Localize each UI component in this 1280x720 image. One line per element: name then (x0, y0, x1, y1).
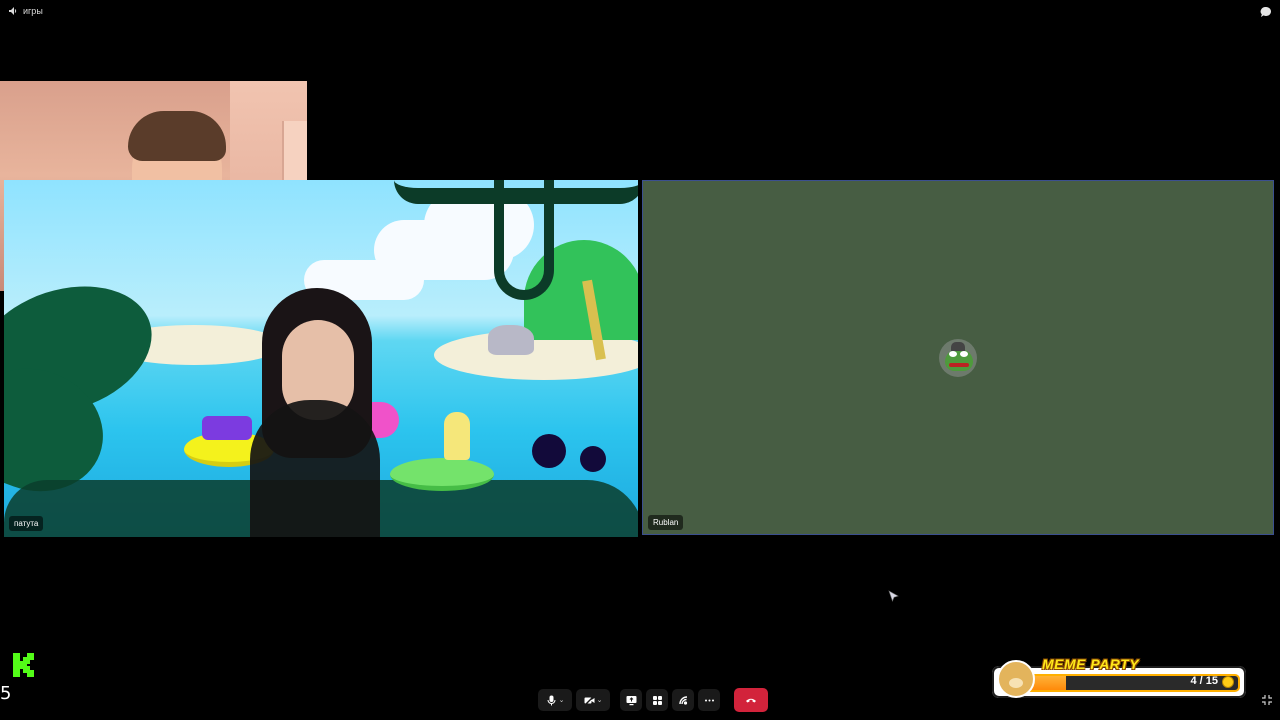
kick-logo-icon (13, 653, 34, 677)
avatar-hat (951, 342, 965, 351)
chevron-down-icon[interactable]: ⌄ (559, 696, 565, 704)
coin-icon (1222, 676, 1234, 688)
participant-tile-1[interactable]: патута (4, 180, 638, 537)
participant-name-tag: патута (9, 516, 44, 531)
soundboard-button[interactable] (672, 689, 694, 711)
stream-counter: 5 (0, 683, 12, 704)
jungle-vine (494, 180, 554, 300)
fullscreen-exit-icon[interactable] (1261, 694, 1273, 706)
cursor-icon (888, 590, 899, 602)
speaker-icon (9, 7, 17, 15)
call-controls: ⌄ ⌄ (538, 688, 768, 712)
avatar-eye (960, 351, 968, 357)
more-icon (704, 699, 714, 701)
participant-name-tag: Rublan (648, 515, 684, 530)
chat-bubble-icon[interactable] (1259, 5, 1273, 19)
camera-button[interactable]: ⌄ (576, 689, 610, 711)
participant-video (230, 280, 400, 537)
webcam-hair (128, 111, 226, 161)
activities-button[interactable] (646, 689, 668, 711)
screen-share-button[interactable] (620, 689, 642, 711)
duck-float (444, 412, 470, 460)
dark-flower (532, 434, 566, 468)
meme-party-widget: MEME PARTY 4 / 15 (992, 656, 1246, 698)
activities-icon (652, 695, 662, 705)
green-float (390, 458, 494, 491)
doge-snout (1009, 678, 1023, 688)
doge-avatar (997, 660, 1035, 698)
leave-call-button[interactable] (734, 688, 768, 712)
participant-avatar (939, 339, 977, 377)
avatar-eye (949, 351, 957, 357)
screen-share-icon (626, 695, 636, 705)
mic-button[interactable]: ⌄ (538, 689, 572, 711)
participant-tile-2[interactable]: Rublan (642, 180, 1274, 535)
voice-channel-header[interactable]: игры (8, 6, 43, 16)
channel-name: игры (23, 6, 43, 16)
meme-party-progress-text: 4 / 15 (1190, 675, 1218, 687)
chevron-down-icon[interactable]: ⌄ (597, 696, 603, 704)
meme-party-title: MEME PARTY (1042, 656, 1140, 672)
participant-body (250, 400, 380, 537)
dark-flower (580, 446, 606, 472)
hang-up-icon (746, 698, 756, 703)
more-button[interactable] (698, 689, 720, 711)
soundboard-icon (678, 695, 687, 705)
camera-off-icon (584, 695, 595, 705)
rock (488, 325, 534, 355)
avatar-mouth (949, 363, 969, 367)
microphone-icon (547, 695, 556, 705)
